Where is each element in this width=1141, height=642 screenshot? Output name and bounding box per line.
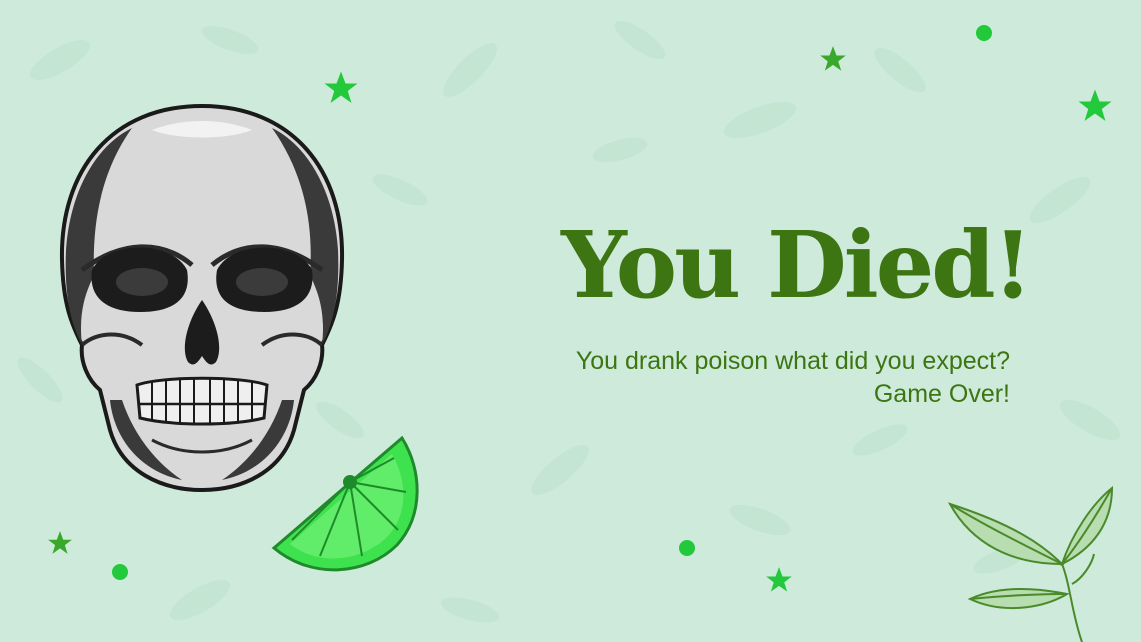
game-over-title: You Died! (561, 211, 1033, 319)
dot-icon (976, 25, 992, 41)
star-icon (820, 46, 846, 71)
dot-icon (112, 564, 128, 580)
game-over-slide: You Died! You drank poison what did you … (0, 0, 1141, 642)
message-line-2: Game Over! (873, 380, 1010, 408)
message-line-1: You drank poison what did you expect? (575, 347, 1010, 375)
star-icon (48, 531, 72, 554)
lime-slice-icon (271, 435, 419, 572)
mint-leaf-icon (947, 485, 1114, 642)
game-over-message: You drank poison what did you expect? Ga… (420, 345, 1010, 411)
star-icon (324, 71, 358, 103)
star-icon (766, 567, 792, 592)
star-icon (1078, 89, 1112, 121)
dot-icon (679, 540, 695, 556)
